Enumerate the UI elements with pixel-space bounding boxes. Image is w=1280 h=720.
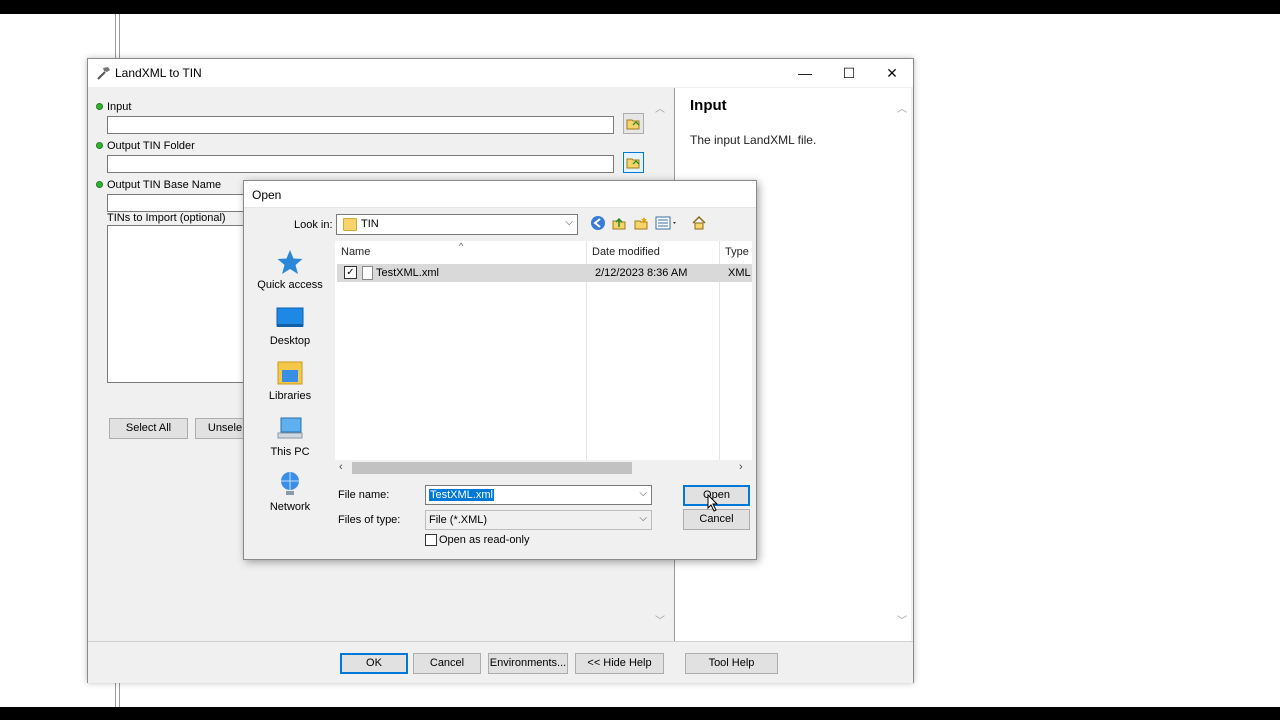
required-dot-icon <box>96 142 103 149</box>
required-dot-icon <box>96 181 103 188</box>
hide-help-button[interactable]: << Hide Help <box>575 653 664 674</box>
title-bar[interactable]: LandXML to TIN — ☐ ✕ <box>88 59 913 87</box>
input-field[interactable] <box>107 116 614 134</box>
chevron-down-icon: ⌵ <box>565 217 573 228</box>
places-bar: Quick access Desktop Libraries This PC N… <box>250 241 330 556</box>
file-name-value: TestXML.xml <box>429 489 494 501</box>
help-scroll-down-icon[interactable]: ﹀ <box>897 612 907 627</box>
input-label: Input <box>107 101 132 113</box>
close-button[interactable]: ✕ <box>870 59 914 87</box>
column-header-date-modified[interactable]: Date modified <box>592 246 660 258</box>
select-all-button[interactable]: Select All <box>109 418 188 439</box>
column-header-type[interactable]: Type <box>725 246 749 258</box>
file-date: 2/12/2023 8:36 AM <box>595 267 688 279</box>
dialog-cancel-button[interactable]: Cancel <box>683 509 750 530</box>
place-libraries[interactable]: Libraries <box>250 360 330 402</box>
place-network[interactable]: Network <box>250 471 330 513</box>
place-desktop[interactable]: Desktop <box>250 305 330 347</box>
scroll-left-icon[interactable]: ‹ <box>339 461 343 473</box>
button-bar: OK Cancel Environments... << Hide Help T… <box>88 641 913 683</box>
scroll-down-icon[interactable]: ﹀ <box>655 612 665 627</box>
place-label: This PC <box>270 446 310 458</box>
place-label: Quick access <box>257 279 323 291</box>
scroll-thumb[interactable] <box>352 462 632 474</box>
tins-to-import-label: TINs to Import (optional) <box>107 212 226 224</box>
tool-help-button[interactable]: Tool Help <box>685 653 778 674</box>
top-letterbox-bar <box>0 0 1280 14</box>
look-in-value: TIN <box>361 218 379 230</box>
file-type: XML <box>728 267 751 279</box>
home-icon[interactable] <box>690 215 708 233</box>
help-title: Input <box>690 97 727 114</box>
sort-ascending-icon: ^ <box>459 241 464 251</box>
horizontal-scrollbar[interactable]: ‹ › <box>335 460 752 476</box>
browse-input-button[interactable] <box>623 113 644 134</box>
bottom-letterbox-bar <box>0 707 1280 720</box>
up-folder-icon[interactable] <box>610 215 628 233</box>
files-of-type-value: File (*.XML) <box>429 514 488 526</box>
place-label: Desktop <box>269 335 311 347</box>
place-label: Libraries <box>268 390 312 402</box>
window-title: LandXML to TIN <box>115 66 202 80</box>
minimize-button[interactable]: — <box>783 59 827 87</box>
file-name-input[interactable]: TestXML.xml ⌵ <box>425 485 652 505</box>
view-menu-icon[interactable] <box>654 215 680 233</box>
back-icon[interactable] <box>589 215 607 233</box>
computer-icon <box>277 417 303 439</box>
output-tin-folder-label: Output TIN Folder <box>107 140 195 152</box>
file-list[interactable]: ^ Name Date modified Type ✓ TestXML.xml … <box>335 241 752 476</box>
browse-output-folder-button[interactable] <box>623 152 644 173</box>
file-icon <box>362 266 373 280</box>
files-of-type-label: Files of type: <box>338 514 401 526</box>
chevron-down-icon[interactable]: ⌵ <box>639 488 647 499</box>
chevron-down-icon: ⌵ <box>639 513 647 524</box>
look-in-dropdown[interactable]: TIN ⌵ <box>336 214 578 235</box>
output-tin-folder-field[interactable] <box>107 155 614 173</box>
file-checkbox[interactable]: ✓ <box>344 266 357 279</box>
ok-button[interactable]: OK <box>340 653 408 674</box>
new-folder-icon[interactable] <box>632 215 650 233</box>
environments-button[interactable]: Environments... <box>488 653 568 674</box>
network-icon <box>281 472 299 495</box>
scroll-up-icon[interactable]: ︿ <box>655 100 665 115</box>
cancel-button[interactable]: Cancel <box>413 653 481 674</box>
open-file-dialog: Open Look in: TIN ⌵ Quick access Desktop… <box>243 180 757 560</box>
files-of-type-dropdown[interactable]: File (*.XML) ⌵ <box>425 510 652 530</box>
folder-icon <box>343 218 357 231</box>
open-folder-icon <box>626 119 640 130</box>
read-only-checkbox[interactable] <box>425 534 437 546</box>
required-dot-icon <box>96 103 103 110</box>
column-header-name[interactable]: Name <box>341 246 370 258</box>
star-icon <box>277 250 303 274</box>
file-name: TestXML.xml <box>376 267 439 279</box>
place-label: Network <box>269 501 311 513</box>
mouse-cursor-icon <box>707 494 719 512</box>
file-name-label: File name: <box>338 489 390 501</box>
place-quick-access[interactable]: Quick access <box>250 249 330 291</box>
dialog-title-bar[interactable]: Open <box>244 181 756 208</box>
open-folder-icon <box>626 158 640 169</box>
desktop-icon <box>276 307 304 327</box>
libraries-icon <box>277 361 303 385</box>
output-tin-base-name-label: Output TIN Base Name <box>107 179 222 191</box>
scroll-right-icon[interactable]: › <box>739 461 743 473</box>
dialog-title: Open <box>252 188 282 202</box>
maximize-button[interactable]: ☐ <box>827 59 871 87</box>
help-text: The input LandXML file. <box>690 133 817 147</box>
look-in-label: Look in: <box>294 219 333 231</box>
file-row[interactable]: ✓ TestXML.xml 2/12/2023 8:36 AM XML <box>337 264 752 282</box>
hammer-icon <box>97 67 110 80</box>
place-this-pc[interactable]: This PC <box>250 416 330 458</box>
help-scroll-up-icon[interactable]: ︿ <box>897 100 907 115</box>
read-only-label: Open as read-only <box>439 534 530 546</box>
